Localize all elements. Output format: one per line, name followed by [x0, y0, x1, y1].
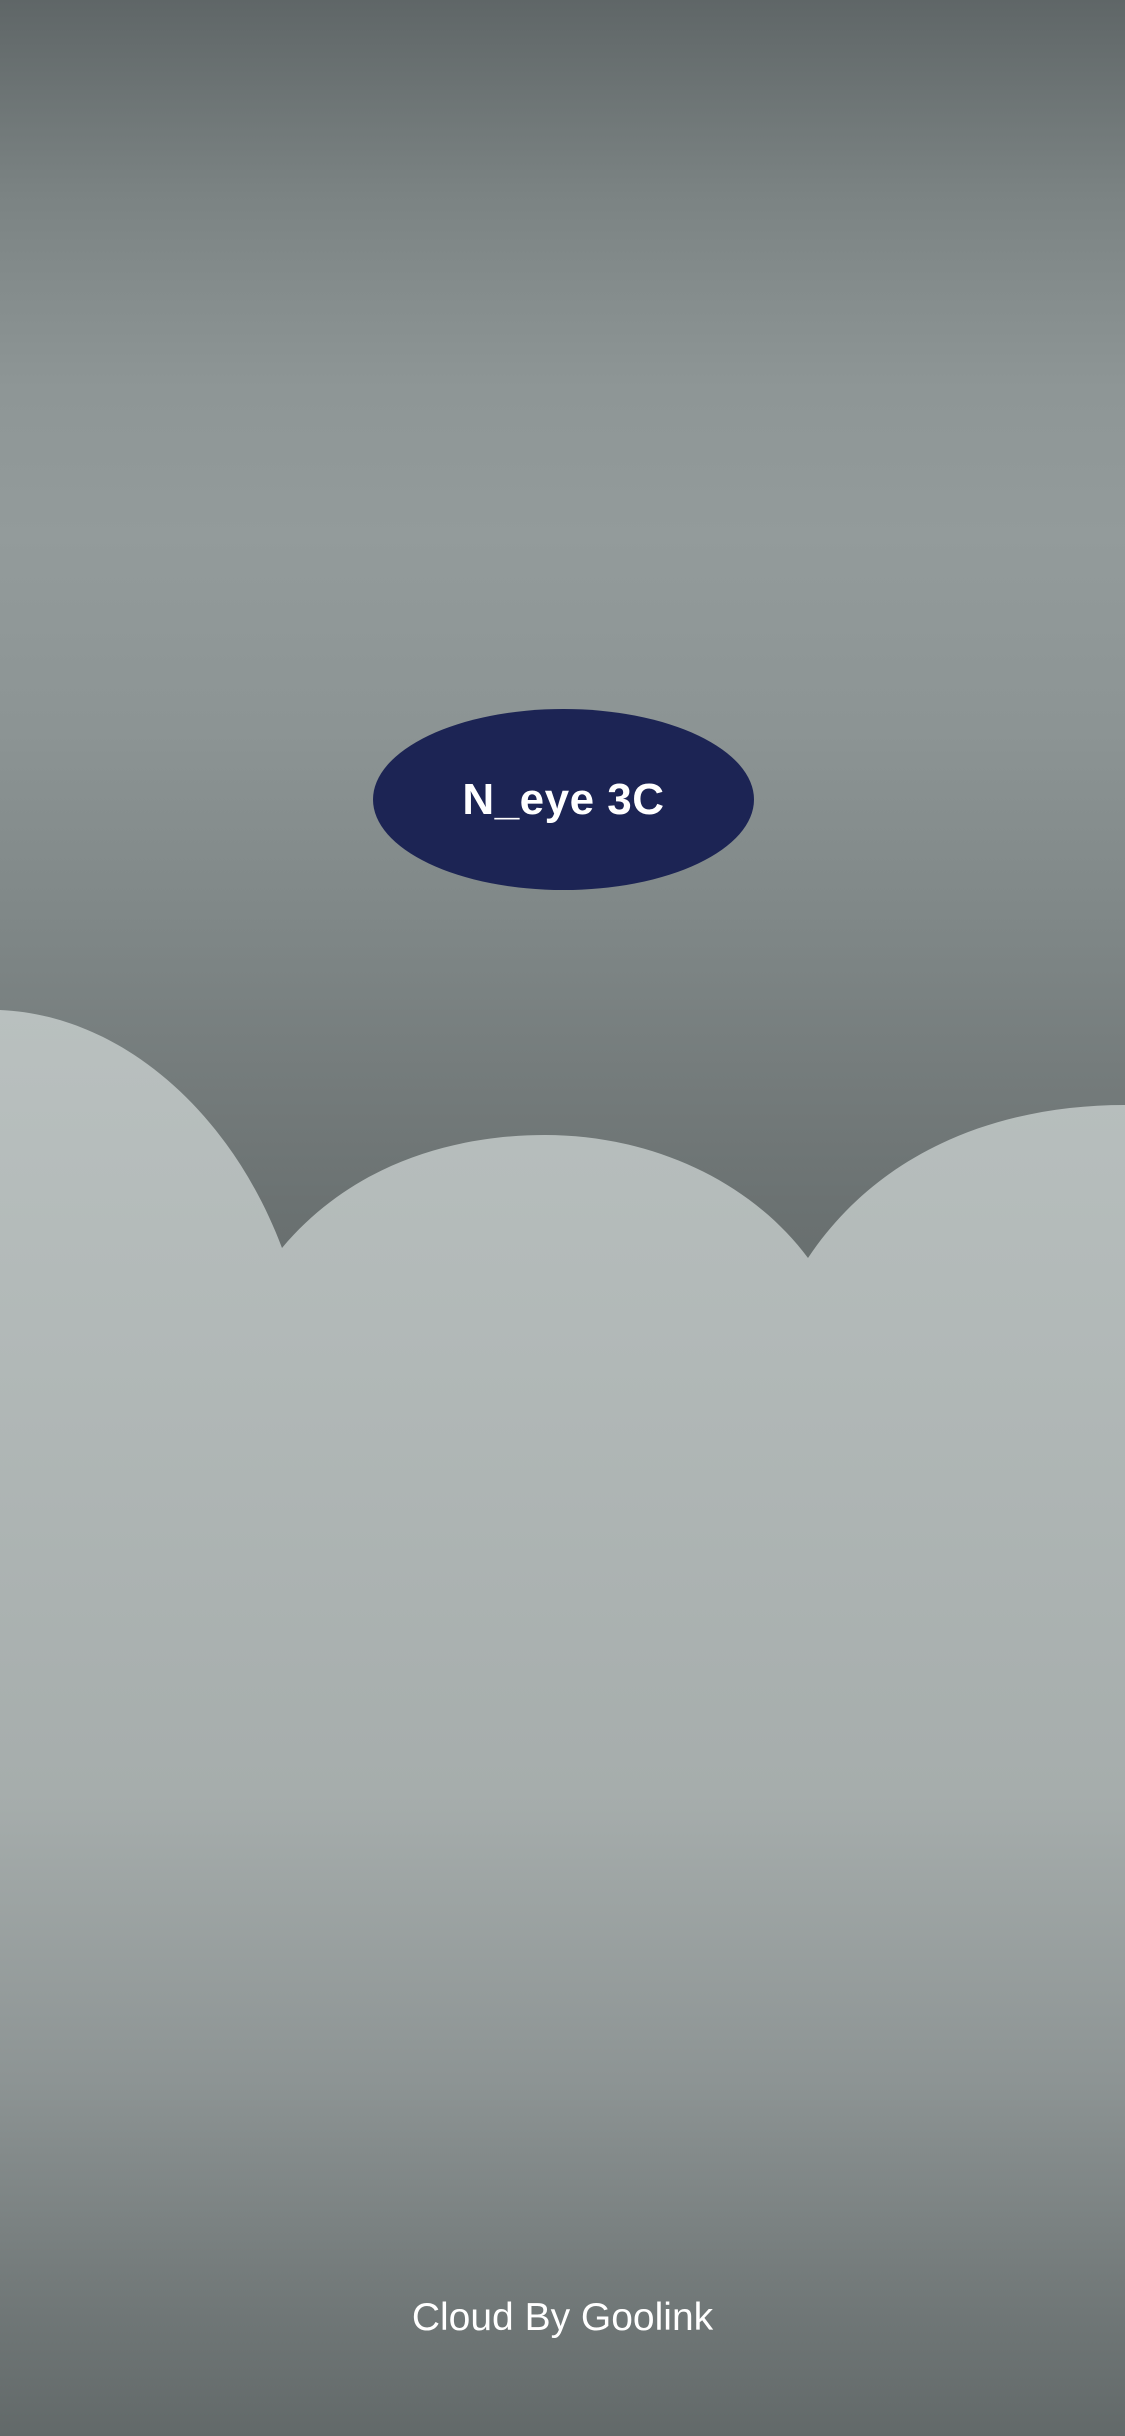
splash-screen: N_eye 3C Cloud By Goolink [0, 0, 1125, 2436]
cloud-illustration [0, 1010, 1125, 2436]
footer-credit: Cloud By Goolink [411, 2296, 714, 2339]
app-name: N_eye 3C [462, 774, 665, 824]
cloud-shape [0, 1010, 1125, 2436]
app-logo-badge: N_eye 3C [373, 709, 754, 890]
